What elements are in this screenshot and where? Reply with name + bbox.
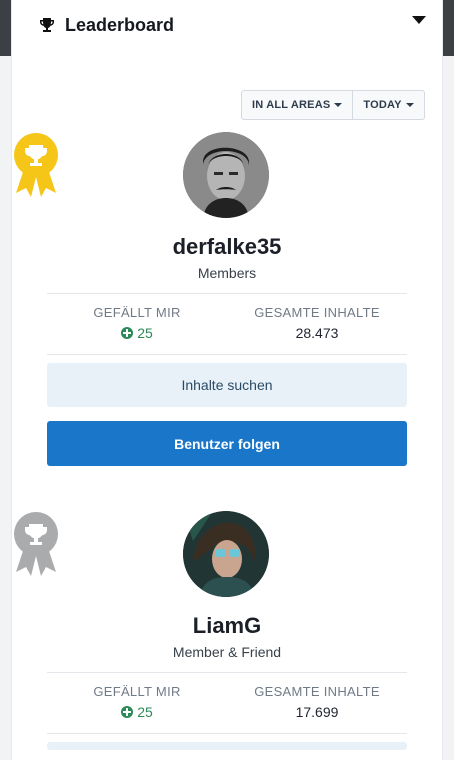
content-count-label: GESAMTE INHALTE [254,305,380,320]
user-avatar[interactable] [183,132,269,218]
user-group-label: Members [197,265,257,281]
leaderboard-card: Leaderboard IN ALL AREAS TODAY derfalke3… [12,0,442,760]
dropdown-arrow-icon [405,103,414,107]
divider [47,354,407,355]
username-link[interactable]: LiamG [12,613,442,639]
filter-group: IN ALL AREAS TODAY [241,90,425,120]
page-title: Leaderboard [65,15,175,35]
content-count-label: GESAMTE INHALTE [254,684,380,699]
plus-circle-icon [121,706,134,718]
user-group-label: Member & Friend [172,644,282,660]
gold-medal-icon [14,133,58,197]
area-filter-label: IN ALL AREAS [252,99,331,111]
find-content-button[interactable] [47,742,407,750]
silver-medal-icon [14,512,58,576]
leaderboard-header[interactable]: Leaderboard [12,0,442,52]
likes-value: 25 [137,325,153,341]
divider [47,733,407,734]
likes-value-row: 25 [47,325,227,341]
likes-value-row: 25 [47,704,227,720]
likes-label: GEFÄLLT MIR [93,684,181,699]
likes-label: GEFÄLLT MIR [93,305,181,320]
username-link[interactable]: derfalke35 [12,234,442,260]
likes-stat: GEFÄLLT MIR 25 [47,684,227,720]
likes-value: 25 [137,704,153,720]
time-filter-label: TODAY [363,99,402,111]
content-count-value: 28.473 [295,325,339,341]
plus-circle-icon [121,327,134,339]
likes-stat: GEFÄLLT MIR 25 [47,305,227,341]
content-count-stat: GESAMTE INHALTE 28.473 [227,305,407,341]
content-count-value: 17.699 [295,704,339,720]
divider [47,293,407,294]
area-filter-dropdown[interactable]: IN ALL AREAS [242,91,352,119]
time-filter-dropdown[interactable]: TODAY [352,91,423,119]
find-content-button[interactable]: Inhalte suchen [47,363,407,407]
follow-user-button[interactable]: Benutzer folgen [47,421,407,466]
collapse-caret-icon[interactable] [412,16,426,24]
user-avatar[interactable] [183,511,269,597]
trophy-icon [40,18,54,32]
divider [47,672,407,673]
dropdown-arrow-icon [334,103,343,107]
content-count-stat: GESAMTE INHALTE 17.699 [227,684,407,720]
